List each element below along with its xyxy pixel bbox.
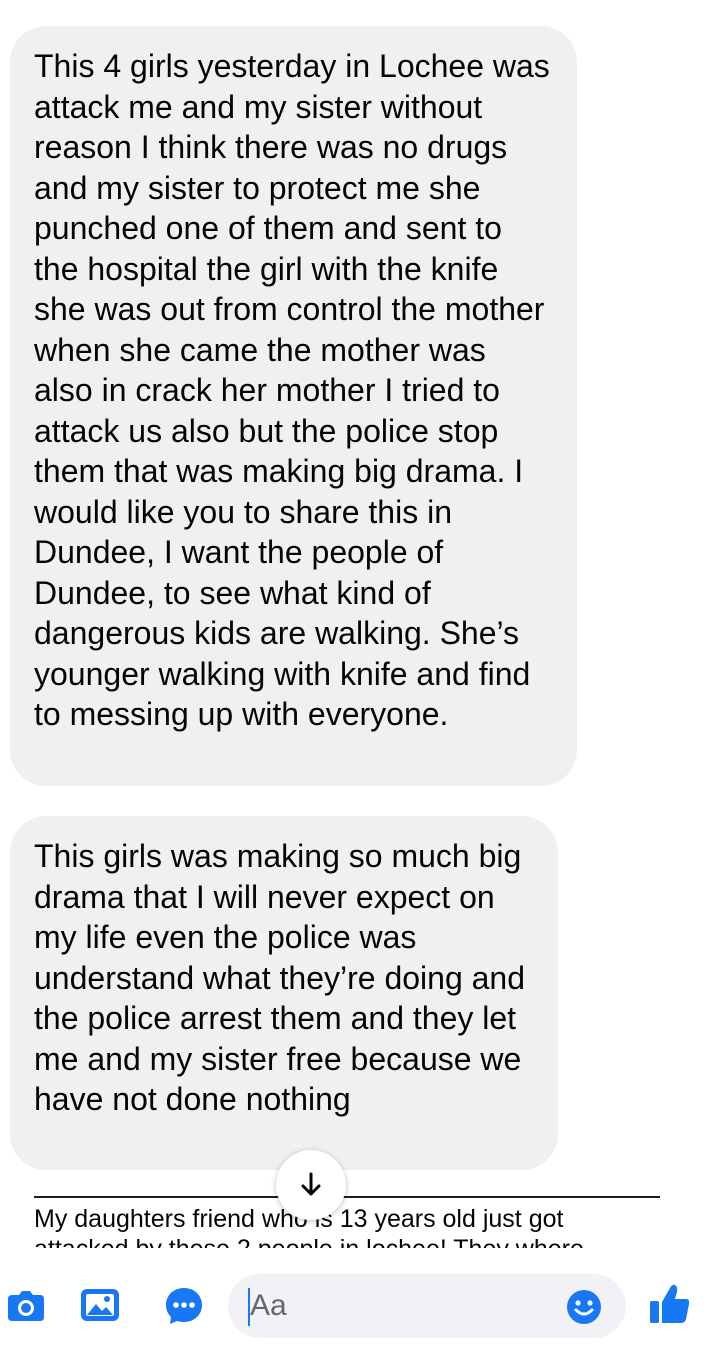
reply-preview[interactable]: My daughters friend who is 13 years old … bbox=[34, 1196, 660, 1248]
emoji-button[interactable] bbox=[564, 1287, 604, 1327]
reply-preview-line-1: My daughters friend who is 13 years old … bbox=[34, 1205, 564, 1233]
reply-preview-line-2: attacked by these 2 people in lochee! Th… bbox=[34, 1234, 660, 1248]
thumbs-up-icon bbox=[650, 1284, 690, 1323]
arrow-down-icon bbox=[301, 1172, 321, 1196]
message-input[interactable]: Aa bbox=[228, 1274, 626, 1338]
more-icon bbox=[166, 1288, 202, 1324]
message-text-2: This girls was making so much big drama … bbox=[34, 838, 526, 1117]
composer-bar: Aa bbox=[0, 1258, 716, 1350]
gallery-icon bbox=[81, 1289, 119, 1321]
emoji-icon bbox=[567, 1290, 601, 1324]
camera-button[interactable] bbox=[4, 1288, 48, 1324]
reply-divider bbox=[34, 1196, 660, 1198]
message-text-1: This 4 girls yesterday in Lochee was att… bbox=[34, 48, 550, 732]
message-input-placeholder: Aa bbox=[250, 1289, 287, 1322]
message-bubble-2[interactable]: This girls was making so much big drama … bbox=[10, 816, 558, 1170]
camera-icon bbox=[8, 1291, 44, 1321]
scroll-to-bottom-button[interactable] bbox=[276, 1150, 346, 1220]
more-options-button[interactable] bbox=[162, 1284, 206, 1328]
like-button[interactable] bbox=[646, 1280, 694, 1328]
message-bubble-1[interactable]: This 4 girls yesterday in Lochee was att… bbox=[10, 26, 577, 786]
gallery-button[interactable] bbox=[78, 1286, 122, 1324]
